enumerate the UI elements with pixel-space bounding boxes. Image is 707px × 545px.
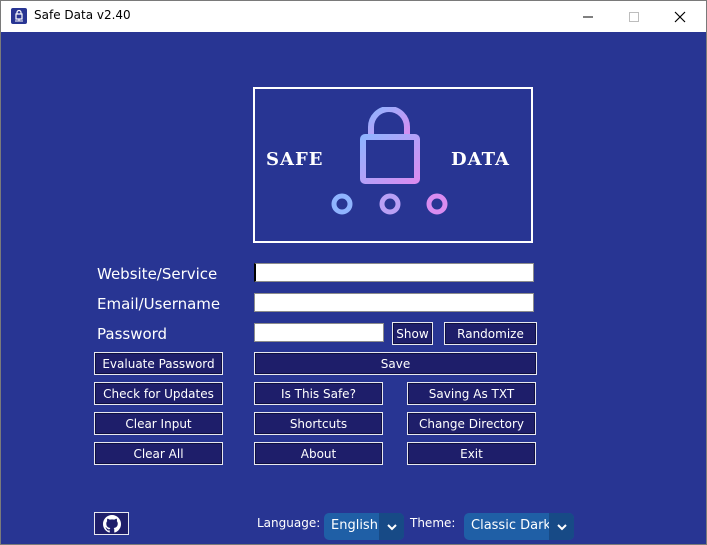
is-this-safe-button[interactable]: Is This Safe? (254, 382, 383, 405)
logo-safe-text: SAFE (266, 149, 324, 170)
language-value: English (331, 518, 378, 533)
email-input[interactable] (254, 293, 534, 312)
shortcuts-button[interactable]: Shortcuts (254, 412, 383, 435)
app-window: Safe Data v2.40 SAFE DATA Website/Servic… (0, 0, 707, 545)
about-button[interactable]: About (254, 442, 383, 465)
exit-button[interactable]: Exit (407, 442, 536, 465)
show-password-button[interactable]: Show (392, 322, 433, 345)
website-input[interactable] (254, 263, 534, 282)
language-label: Language: (257, 516, 321, 530)
website-label: Website/Service (97, 265, 218, 283)
network-lock-icon (331, 107, 448, 215)
clear-input-button[interactable]: Clear Input (94, 412, 223, 435)
theme-value: Classic Dark (471, 518, 551, 533)
window-title: Safe Data v2.40 (34, 8, 131, 22)
email-label: Email/Username (97, 295, 221, 313)
safe-data-logo: SAFE DATA (253, 87, 533, 243)
chevron-down-icon[interactable] (549, 513, 574, 540)
close-icon (674, 11, 686, 22)
github-icon (102, 514, 121, 533)
saving-as-txt-button[interactable]: Saving As TXT (407, 382, 536, 405)
theme-label: Theme: (410, 516, 456, 530)
theme-dropdown[interactable]: Classic Dark (464, 513, 574, 540)
minimize-icon (583, 16, 593, 17)
randomize-button[interactable]: Randomize (444, 322, 537, 345)
maximize-button[interactable] (611, 1, 657, 32)
evaluate-password-button[interactable]: Evaluate Password (94, 352, 223, 375)
language-dropdown[interactable]: English (324, 513, 404, 540)
password-input[interactable] (254, 323, 384, 342)
github-button[interactable] (94, 512, 129, 535)
app-lock-icon (11, 8, 27, 24)
chevron-down-icon[interactable] (379, 513, 404, 540)
save-button[interactable]: Save (254, 352, 537, 375)
change-directory-button[interactable]: Change Directory (407, 412, 536, 435)
title-bar[interactable]: Safe Data v2.40 (1, 1, 706, 32)
close-button[interactable] (657, 1, 703, 32)
minimize-button[interactable] (565, 1, 611, 32)
check-updates-button[interactable]: Check for Updates (94, 382, 223, 405)
password-label: Password (97, 325, 168, 343)
logo-data-text: DATA (451, 149, 510, 170)
main-panel: SAFE DATA Website/Service Email/Username… (1, 32, 706, 544)
clear-all-button[interactable]: Clear All (94, 442, 223, 465)
maximize-icon (629, 11, 639, 22)
